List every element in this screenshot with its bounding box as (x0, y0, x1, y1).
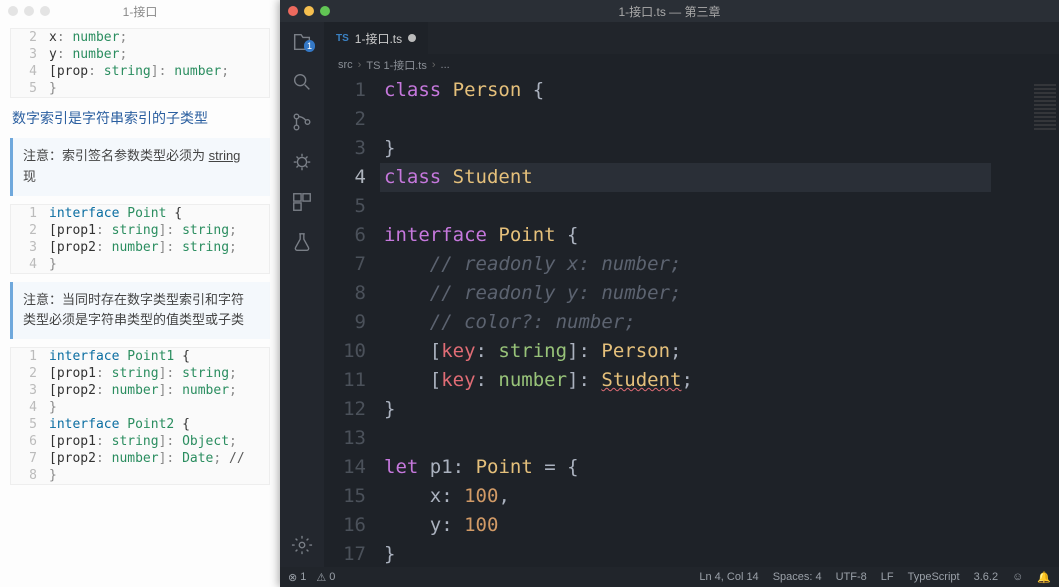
encoding[interactable]: UTF-8 (836, 571, 867, 583)
code-editor[interactable]: 123456789101112131415161718 class Person… (324, 76, 1059, 567)
editor-line[interactable] (384, 424, 991, 453)
code-line: 1interface Point1 { (11, 348, 269, 365)
callout-text: 现 (23, 169, 36, 184)
ts-version[interactable]: 3.6.2 (974, 571, 998, 583)
editor-line[interactable]: [key: number]: Student; (384, 366, 991, 395)
editor-line[interactable]: // readonly y: number; (384, 279, 991, 308)
breadcrumb-item[interactable]: TS 1-接口.ts (366, 57, 427, 73)
editor-tab[interactable]: TS 1-接口.ts (324, 22, 428, 54)
fullscreen-icon[interactable] (320, 6, 330, 16)
code-block-3: 1interface Point1 {2 [prop1: string]: st… (10, 347, 270, 485)
scm-icon[interactable] (290, 110, 314, 134)
editor-line[interactable]: class Person { (384, 76, 991, 105)
traffic-dot (8, 6, 18, 16)
code-line: 4 [prop: string]: number; (11, 63, 269, 80)
editor-line[interactable] (384, 192, 991, 221)
tab-bar: TS 1-接口.ts (324, 22, 1059, 54)
code-line: 2 [prop1: string]: string; (11, 365, 269, 382)
traffic-dot (40, 6, 50, 16)
code-line: 4} (11, 256, 269, 273)
code-line: 1interface Point { (11, 205, 269, 222)
callout-1: 注意：索引签名参数类型必须为 string 现 (10, 138, 270, 196)
beaker-icon[interactable] (290, 230, 314, 254)
indentation[interactable]: Spaces: 4 (773, 571, 822, 583)
code-line: 2 [prop1: string]: string; (11, 222, 269, 239)
language-mode[interactable]: TypeScript (908, 571, 960, 583)
minimap[interactable] (1031, 76, 1059, 567)
debug-icon[interactable] (290, 150, 314, 174)
code-block-1: 2 x: number;3 y: number;4 [prop: string]… (10, 28, 270, 98)
editor-line[interactable]: // readonly x: number; (384, 250, 991, 279)
activity-bar: 1 (280, 22, 324, 567)
editor-line[interactable]: y: 100 (384, 511, 991, 540)
gutter: 123456789101112131415161718 (324, 76, 384, 567)
eol[interactable]: LF (881, 571, 894, 583)
modified-indicator-icon (408, 34, 416, 42)
code-line: 8} (11, 467, 269, 484)
editor-line[interactable]: interface Point { (384, 221, 991, 250)
editor-line[interactable] (384, 105, 991, 134)
vscode-window: 1-接口.ts — 第三章 1 TS 1-接口.ts src › (280, 0, 1059, 587)
editor-line[interactable]: } (384, 395, 991, 424)
code-line: 2 x: number; (11, 29, 269, 46)
editor-line[interactable]: [key: string]: Person; (384, 337, 991, 366)
callout-text: 类型必须是字符串类型的值类型或子类 (23, 312, 244, 327)
code-line: 5interface Point2 { (11, 416, 269, 433)
code-line: 5} (11, 80, 269, 97)
chevron-right-icon: › (358, 59, 362, 71)
ts-badge: TS (336, 33, 349, 44)
code-line: 3 y: number; (11, 46, 269, 63)
editor-line[interactable]: class Student (380, 163, 991, 192)
callout-text: 注意：索引签名参数类型必须为 (23, 148, 209, 163)
cursor-position[interactable]: Ln 4, Col 14 (699, 571, 758, 583)
vscode-titlebar: 1-接口.ts — 第三章 (280, 0, 1059, 22)
code-line: 4} (11, 399, 269, 416)
explorer-badge: 1 (304, 40, 315, 52)
code-block-2: 1interface Point {2 [prop1: string]: str… (10, 204, 270, 274)
settings-icon[interactable] (290, 533, 314, 557)
notifications-icon[interactable]: 🔔 (1037, 571, 1051, 584)
feedback-icon[interactable]: ☺ (1012, 571, 1023, 583)
errors-count[interactable]: ⊗ 1 (288, 571, 306, 584)
callout-underline: string (209, 148, 241, 163)
editor-line[interactable]: x: 100, (384, 482, 991, 511)
editor-line[interactable]: let p1: Point = { (384, 453, 991, 482)
editor-line[interactable]: } (384, 134, 991, 163)
editor-line[interactable]: // color?: number; (384, 308, 991, 337)
tab-label: 1-接口.ts (355, 30, 402, 47)
minimize-icon[interactable] (304, 6, 314, 16)
close-icon[interactable] (288, 6, 298, 16)
warnings-count[interactable]: ⚠ 0 (316, 571, 335, 584)
breadcrumb-item[interactable]: src (338, 59, 353, 71)
callout-2: 注意：当同时存在数字类型索引和字符 类型必须是字符串类型的值类型或子类 (10, 282, 270, 340)
editor-line[interactable]: } (384, 540, 991, 567)
notes-titlebar: 1-接口 (0, 0, 280, 22)
code-line: 3 [prop2: number]: number; (11, 382, 269, 399)
extensions-icon[interactable] (290, 190, 314, 214)
chevron-right-icon: › (432, 59, 436, 71)
code-line: 7 [prop2: number]: Date; // (11, 450, 269, 467)
code-area[interactable]: class Person { }class Student interface … (384, 76, 1031, 567)
search-icon[interactable] (290, 70, 314, 94)
breadcrumb[interactable]: src › TS 1-接口.ts › ... (324, 54, 1059, 76)
window-title: 1-接口.ts — 第三章 (618, 3, 720, 20)
traffic-dot (24, 6, 34, 16)
status-bar: ⊗ 1 ⚠ 0 Ln 4, Col 14 Spaces: 4 UTF-8 LF … (280, 567, 1059, 587)
section-heading: 数字索引是字符串索引的子类型 (12, 108, 268, 128)
breadcrumb-item[interactable]: ... (441, 59, 450, 71)
notes-tab-title: 1-接口 (123, 3, 158, 20)
editor-column: TS 1-接口.ts src › TS 1-接口.ts › ... 123456… (324, 22, 1059, 567)
notes-panel: 1-接口 2 x: number;3 y: number;4 [prop: st… (0, 0, 280, 587)
code-line: 6 [prop1: string]: Object; (11, 433, 269, 450)
callout-text: 注意：当同时存在数字类型索引和字符 (23, 292, 244, 307)
code-line: 3 [prop2: number]: string; (11, 239, 269, 256)
